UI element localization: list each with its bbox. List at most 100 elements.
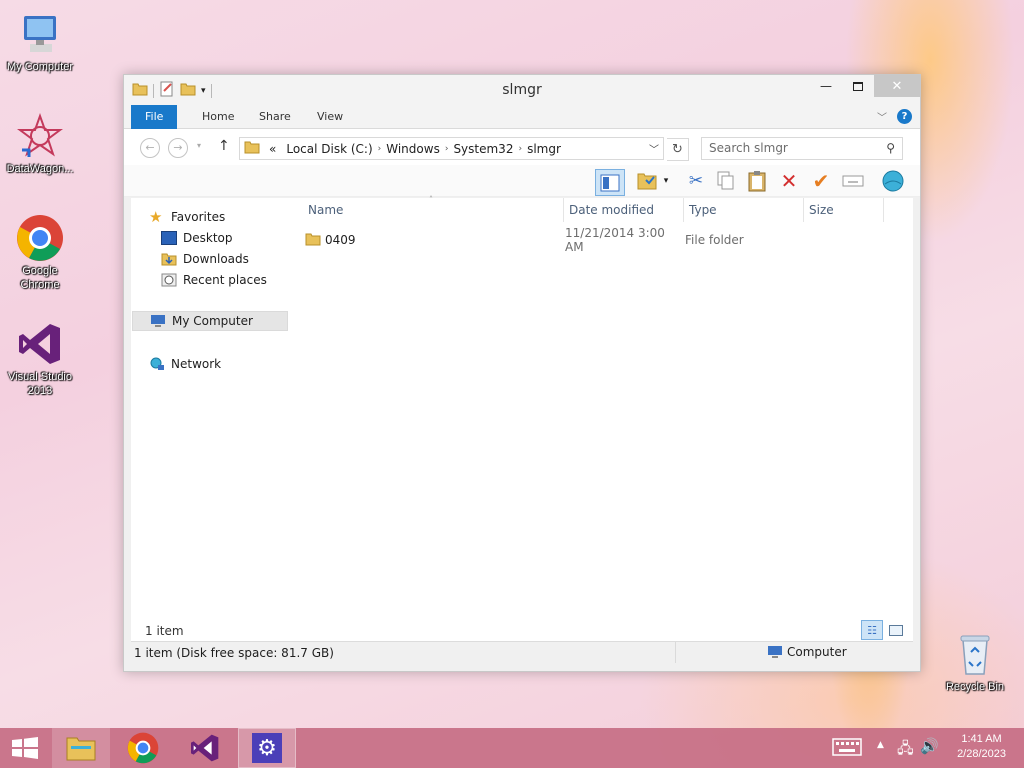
breadcrumb-slmgr[interactable]: slmgr: [522, 142, 566, 156]
details-view-button[interactable]: ☷: [861, 620, 883, 640]
navigation-pane: ★ Favorites Desktop Downloads Recent pla…: [131, 198, 289, 642]
close-icon: ✕: [891, 78, 903, 94]
table-row[interactable]: 0409 11/21/2014 3:00 AM File folder: [305, 226, 913, 254]
desktop-icon-my-computer[interactable]: My Computer: [0, 10, 80, 74]
volume-icon[interactable]: 🔊: [920, 737, 939, 755]
breadcrumb-windows[interactable]: Windows: [381, 142, 445, 156]
tab-share[interactable]: Share: [245, 105, 305, 129]
column-header-type[interactable]: Type: [689, 203, 717, 217]
gear-icon: ⚙: [252, 733, 282, 763]
desktop-icon-recycle-bin[interactable]: Recycle Bin: [935, 630, 1015, 694]
taskbar-visual-studio[interactable]: [176, 728, 234, 768]
item-count-bar: 1 item ☷: [131, 620, 913, 642]
taskbar-file-explorer[interactable]: [52, 728, 110, 768]
taskbar-settings-app[interactable]: ⚙: [238, 728, 296, 768]
desktop-icon-google-chrome[interactable]: Google Chrome: [0, 214, 80, 292]
minimize-icon: —: [820, 79, 832, 93]
clock-time: 1:41 AM: [961, 733, 1002, 745]
network-tray-icon[interactable]: 🖧: [897, 738, 914, 763]
desktop-icon-label: Visual Studio 2013: [7, 371, 72, 397]
forward-button[interactable]: →: [168, 138, 188, 158]
nav-item-favorites[interactable]: ★ Favorites: [149, 207, 225, 227]
expand-ribbon-icon[interactable]: ﹀: [877, 109, 887, 124]
nav-item-desktop[interactable]: Desktop: [161, 228, 233, 248]
explorer-body: ★ Favorites Desktop Downloads Recent pla…: [131, 195, 913, 642]
nav-label: Downloads: [183, 252, 249, 266]
start-button[interactable]: [0, 728, 50, 768]
address-bar-row: ← → ▾ ↑ « Local Disk (C:) › Windows › Sy…: [124, 129, 920, 165]
file-date-modified: 11/21/2014 3:00 AM: [565, 226, 665, 254]
nav-item-network[interactable]: Network: [149, 354, 221, 374]
checkmark-icon[interactable]: ✔: [808, 169, 834, 193]
desktop-icon: [161, 231, 177, 245]
sort-indicator-icon: ˄: [429, 195, 433, 204]
column-separator[interactable]: [683, 198, 684, 222]
preview-pane-icon: [600, 174, 620, 191]
window-title: slmgr: [502, 82, 542, 98]
column-header-size[interactable]: Size: [809, 203, 834, 217]
address-overflow[interactable]: «: [264, 142, 281, 156]
desktop-icon-visual-studio[interactable]: Visual Studio 2013: [0, 320, 80, 398]
forward-arrow-icon: →: [173, 141, 183, 154]
tab-view[interactable]: View: [303, 105, 357, 129]
network-icon: [149, 357, 165, 371]
windows-logo-icon: [12, 737, 38, 759]
preview-pane-button[interactable]: [595, 169, 625, 196]
close-button[interactable]: ✕: [874, 75, 920, 97]
maximize-button[interactable]: [842, 75, 874, 97]
breadcrumb-system32[interactable]: System32: [448, 142, 518, 156]
search-input[interactable]: Search slmgr ⚲: [701, 137, 903, 160]
address-dropdown-icon[interactable]: ﹀: [649, 141, 663, 156]
globe-icon[interactable]: [880, 169, 906, 193]
folder-icon: [240, 140, 264, 157]
status-bar: 1 item (Disk free space: 81.7 GB) Comput…: [131, 641, 913, 663]
minimize-button[interactable]: —: [810, 75, 842, 97]
select-button[interactable]: [634, 169, 660, 193]
desktop-icon-label: Recycle Bin: [945, 681, 1005, 693]
show-hidden-icons-icon[interactable]: ▲: [877, 740, 884, 750]
column-separator[interactable]: [563, 198, 564, 222]
keyboard-icon[interactable]: [832, 737, 862, 760]
status-zone: Computer: [767, 645, 847, 659]
status-zone-label: Computer: [787, 645, 847, 659]
copy-icon[interactable]: [713, 169, 739, 193]
help-icon[interactable]: ?: [897, 109, 912, 124]
large-icons-view-button[interactable]: [885, 620, 907, 640]
rename-icon[interactable]: [840, 169, 866, 193]
file-explorer-icon: [66, 737, 96, 761]
refresh-icon[interactable]: ↻: [667, 138, 689, 161]
cut-icon[interactable]: ✂: [683, 169, 709, 193]
column-header-name[interactable]: Name: [308, 203, 343, 217]
file-list: ˄ Name Date modified Type Size 0409 11/2…: [291, 195, 913, 642]
taskbar-clock[interactable]: 1:41 AM 2/28/2023: [957, 732, 1006, 762]
delete-icon[interactable]: ✕: [776, 169, 802, 193]
recent-places-icon: [161, 273, 177, 287]
recent-locations-icon[interactable]: ▾: [197, 141, 201, 150]
title-bar[interactable]: ▾ slmgr — ✕: [124, 75, 920, 105]
back-button[interactable]: ←: [140, 138, 160, 158]
column-separator[interactable]: [883, 198, 884, 222]
desktop-icon-label: My Computer: [6, 61, 74, 73]
nav-item-my-computer[interactable]: My Computer: [132, 311, 288, 331]
column-separator[interactable]: [803, 198, 804, 222]
tab-file[interactable]: File: [131, 105, 178, 129]
file-type: File folder: [685, 233, 744, 247]
select-dropdown-icon[interactable]: ▾: [660, 169, 672, 193]
ribbon-controls: ﹀ ?: [877, 109, 912, 124]
item-count: 1 item: [145, 624, 184, 638]
status-text: 1 item (Disk free space: 81.7 GB): [134, 646, 334, 660]
nav-item-downloads[interactable]: Downloads: [161, 249, 249, 269]
nav-item-recent-places[interactable]: Recent places: [161, 270, 267, 290]
desktop-icon-datawagon[interactable]: DataWagon...: [0, 112, 80, 176]
datawagon-icon: [16, 112, 64, 160]
nav-label: Network: [171, 357, 222, 371]
nav-label: Favorites: [171, 210, 226, 224]
column-header-date-modified[interactable]: Date modified: [569, 203, 654, 217]
tab-home[interactable]: Home: [188, 105, 248, 129]
paste-icon[interactable]: [744, 169, 770, 193]
taskbar-chrome[interactable]: [114, 728, 172, 768]
up-button[interactable]: ↑: [218, 138, 230, 154]
nav-label: My Computer: [172, 314, 253, 328]
address-bar[interactable]: « Local Disk (C:) › Windows › System32 ›…: [239, 137, 664, 160]
breadcrumb-local-disk[interactable]: Local Disk (C:): [281, 142, 377, 156]
